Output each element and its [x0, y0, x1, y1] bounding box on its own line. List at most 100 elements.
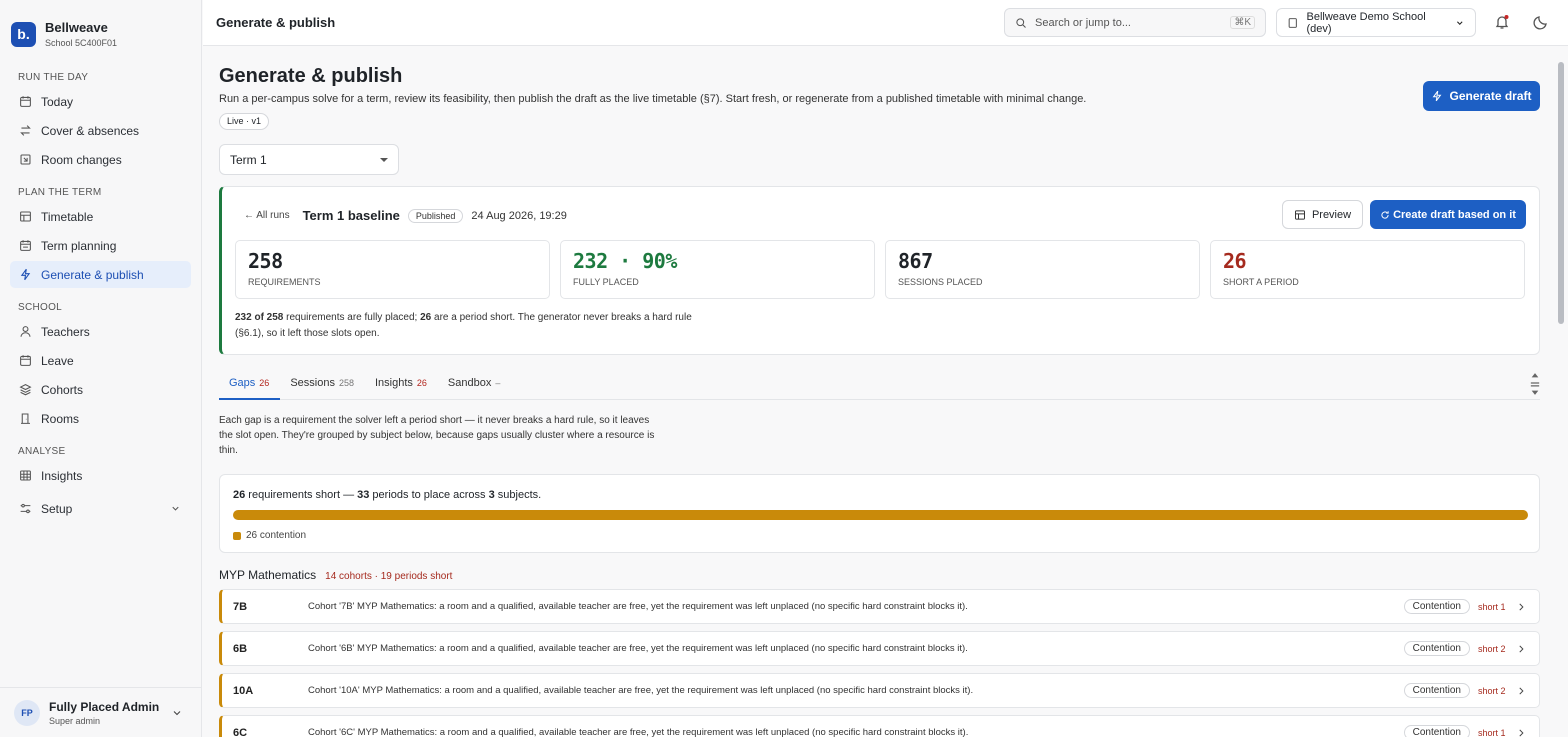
chevron-right-icon: [1519, 645, 1524, 652]
avatar: FP: [14, 699, 40, 726]
tab-bar: Gaps 26 Sessions 258 Insights 26 Sandbox –: [219, 369, 1540, 400]
school-select-value: Bellweave Demo School (dev): [1306, 10, 1426, 35]
swap-icon: [20, 125, 31, 136]
sidebar-item-label: Cohorts: [41, 382, 84, 397]
run-card: ← All runs Term 1 baseline Published 24 …: [219, 186, 1540, 355]
create-draft-label: Create draft based on it: [1393, 208, 1516, 221]
live-version-chip: Live · v1: [219, 113, 270, 130]
tab-sandbox[interactable]: Sandbox –: [438, 369, 511, 400]
chevron-down-icon: [173, 710, 181, 715]
user-name: Fully Placed Admin: [49, 699, 160, 714]
grid-icon: [20, 211, 31, 222]
sidebar-item-today[interactable]: Today: [10, 88, 191, 115]
summary-periods: 33: [357, 489, 370, 501]
summary-text2: periods to place across: [369, 489, 489, 501]
legend: 26 contention: [233, 530, 306, 541]
sidebar-item-timetable[interactable]: Timetable: [10, 203, 191, 230]
sidebar-item-leave[interactable]: Leave: [10, 347, 191, 374]
preview-button[interactable]: Preview: [1282, 200, 1363, 229]
user-menu[interactable]: FP Fully Placed Admin Super admin: [0, 687, 201, 737]
stat-label: SHORT A PERIOD: [1223, 277, 1299, 287]
group-meta: 14 cohorts · 19 periods short: [325, 571, 453, 582]
note-short: 26: [420, 312, 432, 323]
tab-insights[interactable]: Insights 26: [365, 369, 438, 400]
run-note: 232 of 258 requirements are fully placed…: [235, 310, 695, 342]
run-date: 24 Aug 2026, 19:29: [471, 209, 567, 222]
sidebar-item-label: Insights: [41, 468, 83, 483]
sliders-icon: [20, 503, 31, 514]
stat-sessions-placed: 867 SESSIONS PLACED: [885, 240, 1200, 299]
term-select[interactable]: Term 1: [219, 144, 399, 175]
gap-reason-chip: Contention: [1403, 599, 1470, 614]
sidebar-item-label: Teachers: [41, 324, 90, 339]
gap-row[interactable]: 10A Cohort '10A' MYP Mathematics: a room…: [219, 673, 1540, 708]
all-runs-link[interactable]: ← All runs: [244, 210, 290, 221]
calendar-range-icon: [20, 240, 31, 251]
stat-value: 867: [898, 249, 933, 273]
tab-sessions[interactable]: Sessions 258: [280, 369, 365, 400]
page-description: Run a per-campus solve for a term, revie…: [219, 93, 1087, 105]
summary-count: 26: [233, 489, 246, 501]
gap-row[interactable]: 6C Cohort '6C' MYP Mathematics: a room a…: [219, 715, 1540, 737]
sidebar-item-term-planning[interactable]: Term planning: [10, 232, 191, 259]
school-select[interactable]: Bellweave Demo School (dev): [1276, 8, 1476, 37]
chevron-down-icon: [172, 506, 179, 511]
gaps-summary-text: 26 requirements short — 33 periods to pl…: [233, 489, 541, 501]
sidebar-item-setup[interactable]: Setup: [10, 495, 191, 522]
gap-row[interactable]: 7B Cohort '7B' MYP Mathematics: a room a…: [219, 589, 1540, 624]
user-role: Super admin: [49, 715, 101, 726]
tab-gaps[interactable]: Gaps 26: [219, 369, 281, 400]
sidebar-item-insights[interactable]: Insights: [10, 462, 191, 489]
sidebar-item-generate-publish[interactable]: Generate & publish: [10, 261, 191, 288]
sidebar-item-rooms[interactable]: Rooms: [10, 405, 191, 432]
run-name: Term 1 baseline: [302, 208, 400, 223]
brand[interactable]: b. Bellweave School 5C400F01: [0, 0, 201, 54]
tab-count: 258: [338, 378, 354, 388]
sidebar-item-label: Term planning: [41, 238, 117, 253]
scrollbar-thumb[interactable]: [1558, 62, 1564, 324]
search-input[interactable]: Search or jump to... ⌘K: [1004, 8, 1266, 37]
group-name: MYP Mathematics: [219, 568, 317, 582]
school-id: School 5C400F01: [45, 38, 118, 48]
sidebar-item-room-changes[interactable]: Room changes: [10, 146, 191, 173]
gap-text: Cohort '6B' MYP Mathematics: a room and …: [308, 643, 968, 654]
bell-icon[interactable]: [1494, 14, 1510, 30]
gap-row[interactable]: 6B Cohort '6B' MYP Mathematics: a room a…: [219, 631, 1540, 666]
gap-short: short 2: [1478, 685, 1506, 696]
gap-short: short 1: [1478, 727, 1506, 737]
gap-text: Cohort '7B' MYP Mathematics: a room and …: [308, 601, 968, 612]
moon-icon[interactable]: [1533, 14, 1549, 30]
sidebar-item-teachers[interactable]: Teachers: [10, 318, 191, 345]
sidebar-item-label: Timetable: [41, 209, 94, 224]
layers-icon: [19, 384, 32, 396]
sidebar-item-label: Setup: [41, 501, 73, 516]
scrollbar[interactable]: [1558, 48, 1566, 736]
gap-cohort: 6B: [233, 642, 248, 655]
chevron-right-icon: [1519, 729, 1524, 736]
main-content: Generate & publish Run a per-campus solv…: [203, 47, 1540, 737]
caret-down-icon: [380, 157, 388, 162]
preview-label: Preview: [1311, 208, 1352, 221]
tab-label: Insights: [374, 377, 413, 389]
tab-count: 26: [259, 378, 270, 388]
bolt-icon: [20, 268, 31, 281]
create-draft-button[interactable]: Create draft based on it: [1370, 200, 1526, 229]
legend-swatch: [233, 531, 241, 540]
page-title: Generate & publish: [219, 65, 403, 87]
chevron-right-icon: [1519, 603, 1524, 610]
sidebar-item-label: Room changes: [41, 152, 122, 167]
generate-draft-button[interactable]: Generate draft: [1423, 81, 1540, 111]
sidebar-item-cover-absences[interactable]: Cover & absences: [10, 117, 191, 144]
brand-name: Bellweave: [45, 20, 108, 35]
table-icon: [1294, 209, 1305, 220]
sidebar-item-cohorts[interactable]: Cohorts: [10, 376, 191, 403]
stat-label: SESSIONS PLACED: [898, 277, 983, 287]
note-mid: requirements are fully placed;: [283, 312, 421, 323]
expand-collapse-icon[interactable]: [1530, 371, 1540, 397]
term-select-value: Term 1: [230, 152, 267, 167]
stat-value: 26: [1223, 249, 1247, 273]
stats-row: 258 REQUIREMENTS 232 · 90% FULLY PLACED …: [235, 240, 1525, 299]
generate-draft-label: Generate draft: [1449, 89, 1532, 103]
summary-text3: subjects.: [494, 489, 542, 501]
tab-label: Sandbox: [447, 377, 492, 389]
